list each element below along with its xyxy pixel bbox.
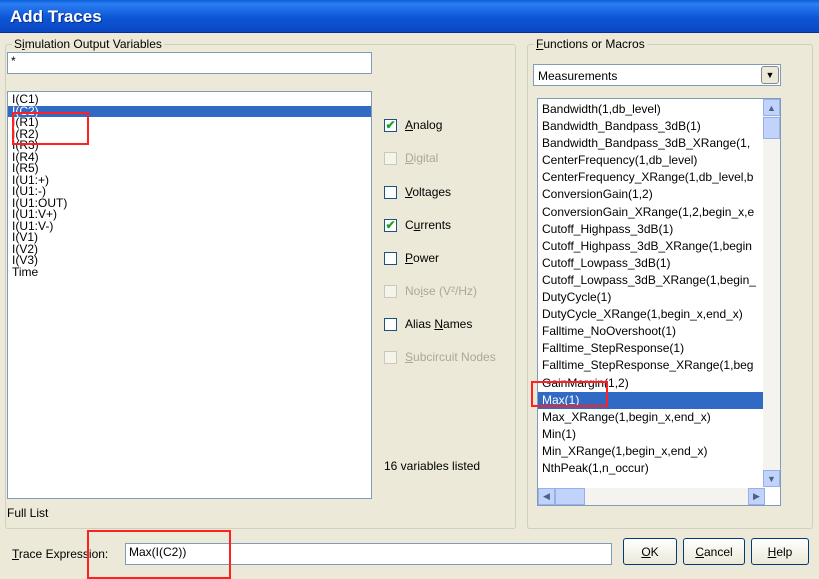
- filter-checkbox-row[interactable]: ✔ Analog: [384, 117, 442, 133]
- filter-checkbox-row: Subcircuit Nodes: [384, 349, 496, 365]
- functions-horizontal-scrollbar[interactable]: ◀ ▶: [538, 488, 765, 505]
- function-list-item[interactable]: Min(1): [538, 426, 764, 443]
- cancel-button[interactable]: Cancel: [683, 538, 745, 565]
- variables-count-text: 16 variables listed: [384, 459, 481, 473]
- filter-label: Power: [405, 251, 440, 265]
- variable-list-item[interactable]: I(U1:V+): [8, 208, 371, 221]
- help-button[interactable]: Help: [751, 538, 809, 565]
- filter-checkbox-row: Noise (V²/Hz): [384, 283, 477, 299]
- filter-label: Noise (V²/Hz): [405, 284, 478, 298]
- variable-list-item[interactable]: I(C2): [8, 105, 371, 117]
- trace-expression-input[interactable]: Max(I(C2)): [125, 543, 612, 565]
- checkbox-icon[interactable]: [384, 317, 397, 331]
- filter-label: Alias Names: [405, 317, 473, 331]
- checkbox-icon: [384, 350, 397, 364]
- variable-list-item[interactable]: I(R4): [8, 151, 371, 164]
- variable-list-item[interactable]: Time: [8, 266, 371, 279]
- checkbox-icon[interactable]: ✔: [384, 218, 397, 232]
- filter-checkbox-row[interactable]: Alias Names: [384, 316, 472, 332]
- dialog-body: Simulation Output Variables * I(C1) I(C2)…: [0, 33, 819, 579]
- function-list-item[interactable]: ConversionGain(1,2): [538, 186, 764, 203]
- filter-checkbox-row[interactable]: Voltages: [384, 184, 451, 200]
- function-list-item[interactable]: Bandwidth(1,db_level): [538, 101, 764, 118]
- variable-list-item[interactable]: I(R3): [8, 139, 371, 152]
- function-list-item[interactable]: CenterFrequency_XRange(1,db_level,b: [538, 169, 764, 186]
- full-list-label: Full List: [7, 506, 49, 520]
- function-list-item[interactable]: DutyCycle_XRange(1,begin_x,end_x): [538, 306, 764, 323]
- filter-checkbox-row[interactable]: ✔ Currents: [384, 217, 451, 233]
- simulation-output-variables-legend: Simulation Output Variables: [12, 37, 164, 51]
- variable-list-item[interactable]: I(V2): [8, 243, 371, 256]
- function-list-item[interactable]: Falltime_NoOvershoot(1): [538, 323, 764, 340]
- variable-filter-input[interactable]: *: [7, 52, 372, 74]
- function-list-item[interactable]: NthPeak(1,n_occur): [538, 460, 764, 477]
- scroll-thumb[interactable]: [763, 117, 780, 139]
- function-list-item[interactable]: Falltime_StepResponse_XRange(1,beg: [538, 357, 764, 374]
- function-list-item[interactable]: GainMargin(1,2): [538, 375, 764, 392]
- variable-list-item[interactable]: I(U1:+): [8, 174, 371, 187]
- variable-list-item[interactable]: I(V1): [8, 231, 371, 244]
- window-title: Add Traces: [10, 7, 102, 26]
- filter-label: Voltages: [405, 185, 452, 199]
- function-list-item[interactable]: Min_XRange(1,begin_x,end_x): [538, 443, 764, 460]
- ok-button[interactable]: OK: [623, 538, 677, 565]
- scroll-up-icon[interactable]: ▲: [763, 99, 780, 116]
- title-bar: Add Traces: [0, 0, 819, 33]
- functions-or-macros-legend: Functions or Macros: [534, 37, 647, 51]
- variable-list-item[interactable]: I(R1): [8, 116, 371, 129]
- variable-list-item[interactable]: I(R5): [8, 162, 371, 175]
- scroll-left-icon[interactable]: ◀: [538, 488, 555, 505]
- function-list-item[interactable]: Bandwidth_Bandpass_3dB_XRange(1,: [538, 135, 764, 152]
- filter-checkbox-row[interactable]: Power: [384, 250, 439, 266]
- checkbox-icon: [384, 284, 397, 298]
- function-list-item[interactable]: Cutoff_Lowpass_3dB_XRange(1,begin_: [538, 272, 764, 289]
- functions-category-dropdown[interactable]: Measurements ▼: [533, 64, 781, 86]
- horizontal-scroll-thumb[interactable]: [555, 488, 585, 505]
- functions-category-value: Measurements: [538, 69, 618, 83]
- function-list-item[interactable]: Falltime_StepResponse(1): [538, 340, 764, 357]
- variable-list-item[interactable]: I(U1:OUT): [8, 197, 371, 210]
- scroll-right-icon[interactable]: ▶: [748, 488, 765, 505]
- filter-label: Digital: [405, 151, 439, 165]
- function-list-item[interactable]: Max_XRange(1,begin_x,end_x): [538, 409, 764, 426]
- function-list-item[interactable]: Cutoff_Highpass_3dB(1): [538, 221, 764, 238]
- checkbox-icon[interactable]: [384, 185, 397, 199]
- filter-label: Subcircuit Nodes: [405, 350, 496, 364]
- chevron-down-icon[interactable]: ▼: [761, 66, 779, 84]
- scroll-down-icon[interactable]: ▼: [763, 470, 780, 487]
- function-list-item[interactable]: Cutoff_Lowpass_3dB(1): [538, 255, 764, 272]
- function-list-item[interactable]: Bandwidth_Bandpass_3dB(1): [538, 118, 764, 135]
- checkbox-icon[interactable]: [384, 251, 397, 265]
- filter-label: Analog: [405, 118, 443, 132]
- simulation-variables-list[interactable]: I(C1) I(C2) I(R1) I(R2) I(R3) I(R4) I(R5) I(U1:…: [7, 91, 372, 499]
- variable-list-item[interactable]: I(U1:V-): [8, 220, 371, 233]
- variable-list-item[interactable]: I(C1): [8, 93, 371, 106]
- variable-list-item[interactable]: I(R2): [8, 128, 371, 141]
- function-list-item[interactable]: Max(1): [538, 391, 764, 409]
- filter-label: Currents: [405, 218, 452, 232]
- function-list-item[interactable]: DutyCycle(1): [538, 289, 764, 306]
- filter-checkbox-row: Digital: [384, 150, 438, 166]
- checkbox-icon: [384, 151, 397, 165]
- trace-expression-label: Trace Expression:: [12, 547, 109, 561]
- function-list-item[interactable]: ConversionGain_XRange(1,2,begin_x,e: [538, 204, 764, 221]
- variable-list-item[interactable]: I(V3): [8, 254, 371, 267]
- functions-list[interactable]: Bandwidth(1,db_level) Bandwidth_Bandpass_…: [537, 98, 781, 506]
- function-list-item[interactable]: CenterFrequency(1,db_level): [538, 152, 764, 169]
- checkbox-icon[interactable]: ✔: [384, 118, 397, 132]
- function-list-item[interactable]: Cutoff_Highpass_3dB_XRange(1,begin: [538, 238, 764, 255]
- functions-vertical-scrollbar[interactable]: ▲ ▼: [763, 99, 780, 487]
